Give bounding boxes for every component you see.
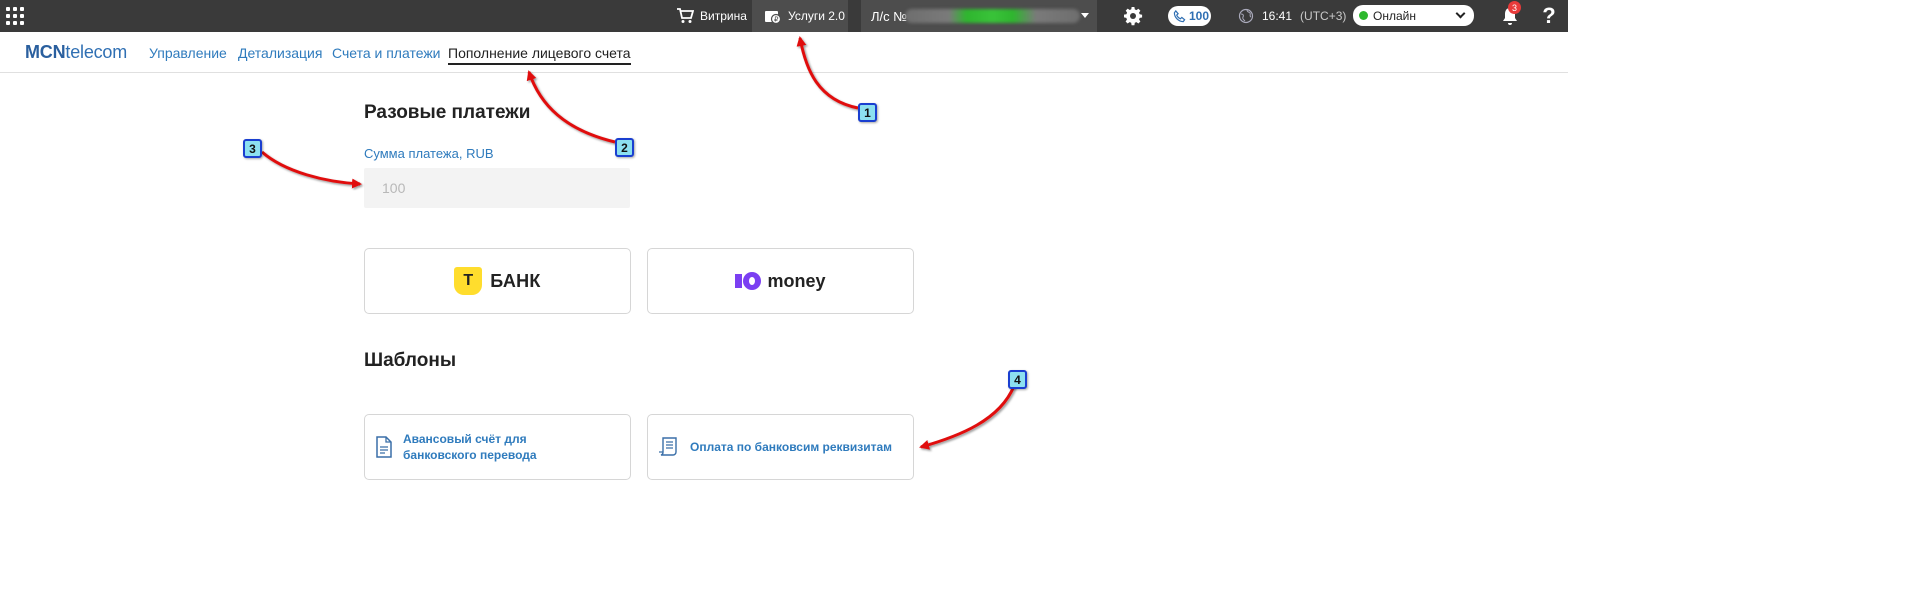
yoomoney-name: money [767,270,826,291]
phone-lines-badge[interactable]: 100 [1168,6,1211,26]
notifications-count-badge: 3 [1508,1,1521,14]
tbank-name: БАНК [490,270,541,291]
callout-2: 2 [615,138,634,157]
templates-heading: Шаблоны [364,350,457,371]
arrow-2 [526,70,616,144]
template-advance-invoice[interactable]: Авансовый счёт для банковского перевода [364,414,631,480]
chevron-down-icon [1455,8,1466,19]
yoomoney-logo-icon [735,272,762,290]
logo-bold: MCN [25,42,66,62]
template-bank-details-label: Оплата по банковсим реквизитам [690,440,893,454]
tbank-logo-icon: Т [454,267,483,295]
logo-rest: telecom [65,42,128,62]
settings-button[interactable] [1121,0,1145,32]
status-label: Онлайн [1373,8,1416,23]
nav-link-popolnenie[interactable]: Пополнение лицевого счета [448,45,631,65]
gear-icon [1124,7,1143,26]
yoomoney-pay-button[interactable]: money [647,248,914,314]
tbank-pay-button[interactable]: Т БАНК [364,248,631,314]
account-label: Л/с № [871,8,908,24]
top-bar: Витрина ₽ Услуги 2.0 Л/с № 100 16:41 (UT [0,0,1568,32]
clock: 16:41 (UTC+3) [1238,0,1346,32]
template-advance-invoice-label: Авансовый счёт для банковского перевода [403,432,537,462]
callout-4: 4 [1008,370,1027,389]
account-selector[interactable]: Л/с № [861,0,1097,32]
nav-link-upravlenie[interactable]: Управление [149,45,227,61]
apps-grid-icon [6,7,24,25]
globe-icon [1238,8,1254,24]
arrow-3 [261,150,362,189]
help-button[interactable]: ? [1540,0,1558,32]
callout-3: 3 [243,139,262,158]
receipt-icon [659,437,677,456]
amount-input[interactable] [364,168,630,208]
phone-count: 100 [1189,9,1210,23]
vitrina-button[interactable]: Витрина [676,0,747,32]
caret-down-icon [1081,13,1089,18]
timezone-value: (UTC+3) [1300,9,1347,23]
online-status-dot [1359,11,1368,20]
ruble-package-icon: ₽ [765,11,782,24]
phone-icon [1173,9,1186,22]
status-dropdown[interactable]: Онлайн [1353,5,1474,26]
account-number-redacted [905,9,1080,23]
nav-link-scheta[interactable]: Счета и платежи [332,45,441,61]
template-bank-details[interactable]: Оплата по банковсим реквизитам [647,414,914,480]
mcn-logo[interactable]: MCNtelecom [25,42,127,63]
document-icon [376,436,392,458]
apps-grid-button[interactable] [6,0,26,32]
help-icon: ? [1542,3,1556,28]
nav-link-detalizaciya[interactable]: Детализация [238,45,322,61]
notifications-button[interactable]: 3 [1500,0,1521,32]
amount-label: Сумма платежа, RUB [364,146,494,161]
svg-text:₽: ₽ [774,16,779,24]
uslugi-label: Услуги 2.0 [788,9,845,23]
arrow-4 [919,385,1016,450]
time-value: 16:41 [1262,9,1293,23]
uslugi-button[interactable]: ₽ Услуги 2.0 [752,0,848,32]
callout-1: 1 [858,103,877,122]
cart-icon [677,8,694,23]
vitrina-label: Витрина [700,9,747,23]
payments-heading: Разовые платежи [364,102,531,123]
main-nav: MCNtelecom Управление Детализация Счета … [0,32,1568,73]
